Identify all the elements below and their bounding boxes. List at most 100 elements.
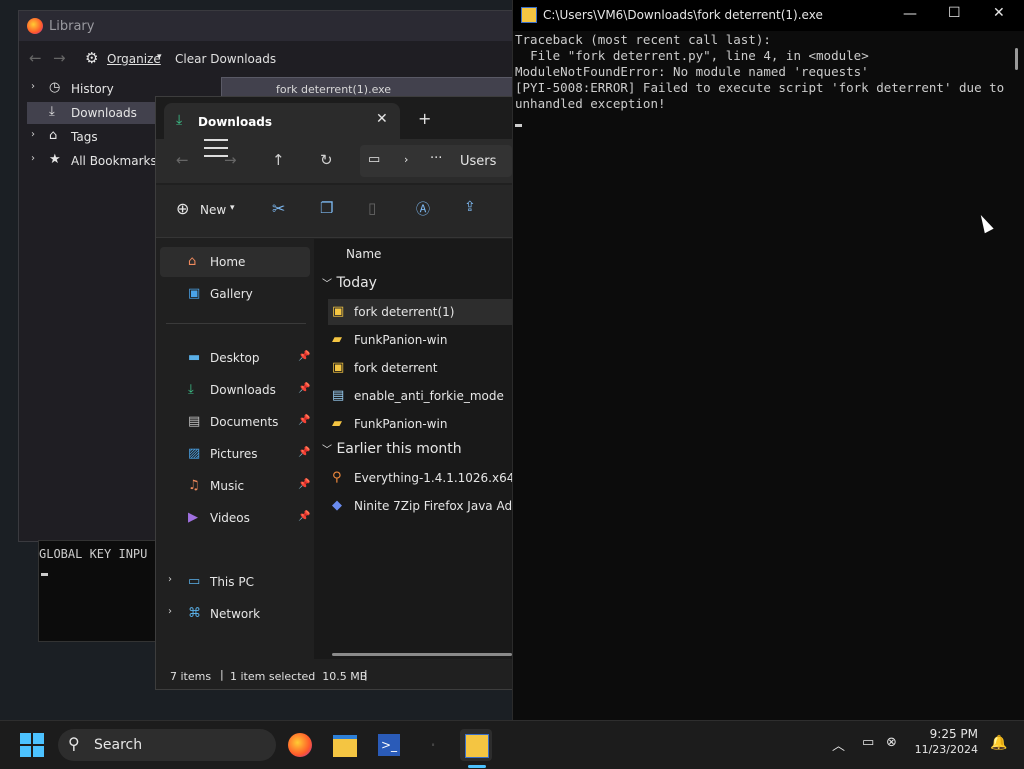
nav-item-home[interactable]: ⌂ Home [160, 247, 310, 277]
group-earlier-label: Earlier this month [336, 441, 462, 457]
list-item[interactable]: ⚲ Everything-1.4.1.1026.x64-Setu [328, 465, 512, 491]
share-icon[interactable]: ⇪ [464, 199, 476, 215]
search-box[interactable]: ⚲ Search [58, 729, 276, 761]
expand-icon[interactable]: › [168, 606, 172, 617]
expand-icon[interactable]: › [168, 574, 172, 585]
tree-item-tags[interactable]: › ⌂ Tags [27, 126, 163, 148]
star-icon: ★ [49, 152, 61, 167]
download-row-label: fork deterrent(1).exe [276, 83, 392, 96]
pin-icon[interactable]: 📌 [298, 511, 310, 522]
column-header-name[interactable]: Name [346, 247, 381, 261]
organize-button[interactable]: Organize [107, 52, 161, 66]
explorer-navbar: ← → ↑ ↻ ▭ › ··· Users [156, 139, 512, 183]
up-icon[interactable]: ↑ [272, 151, 285, 169]
list-item[interactable]: ▣ fork deterrent(1) [328, 299, 512, 325]
paste-icon[interactable]: ▯ [368, 199, 376, 217]
list-item[interactable]: ▰ FunkPanion-win [328, 411, 512, 437]
back-icon[interactable]: ← [176, 151, 189, 169]
nav-item-music[interactable]: ♫ Music 📌 [160, 471, 310, 501]
forward-icon[interactable]: → [224, 151, 237, 169]
music-icon: ♫ [188, 478, 200, 493]
tree-item-downloads[interactable]: ⤓ Downloads [27, 102, 163, 124]
copy-icon[interactable]: ❐ [320, 199, 333, 217]
pin-icon[interactable]: 📌 [298, 415, 310, 426]
nav-item-this-pc[interactable]: › ▭ This PC [160, 567, 310, 597]
new-label: New [200, 203, 227, 217]
notification-bell-icon[interactable]: 🔔 [990, 735, 1007, 751]
nav-item-desktop[interactable]: ▬ Desktop 📌 [160, 343, 310, 373]
start-button-icon[interactable] [20, 733, 44, 757]
clock-time: 9:25 PM [929, 727, 978, 741]
breadcrumb-users[interactable]: Users [460, 154, 496, 169]
tree-item-all-bookmarks[interactable]: › ★ All Bookmarks [27, 150, 163, 172]
nav-item-gallery[interactable]: ▣ Gallery [160, 279, 310, 309]
documents-icon: ▤ [188, 414, 201, 429]
refresh-icon[interactable]: ↻ [320, 151, 333, 169]
tree-item-history[interactable]: › ◷ History [27, 78, 163, 100]
rename-icon[interactable]: Ⓐ [416, 199, 430, 219]
new-tab-icon[interactable]: + [418, 109, 431, 128]
expand-icon[interactable]: › [31, 129, 35, 140]
horizontal-scrollbar[interactable] [332, 653, 512, 656]
file-explorer-window: ⤓ Downloads ✕ + ← → ↑ ↻ ▭ › ··· Users ⊕ … [155, 96, 513, 690]
explorer-command-bar: ⊕ New ▾ ✂ ❐ ▯ Ⓐ ⇪ [156, 185, 512, 238]
powershell-taskbar-icon[interactable]: >_ [373, 729, 405, 761]
status-divider: | [220, 668, 224, 681]
group-today[interactable]: ﹀ Today [322, 275, 377, 291]
new-button[interactable]: ⊕ New ▾ [174, 199, 240, 223]
group-today-label: Today [336, 275, 377, 291]
list-item[interactable]: ◆ Ninite 7Zip Firefox Java Adopt [328, 493, 512, 519]
organize-chevron-icon: ▾ [157, 52, 162, 62]
zip-folder-icon: ▰ [332, 332, 342, 347]
address-bar[interactable]: ▭ › ··· Users [360, 145, 512, 177]
clock[interactable]: 9:25 PM 11/23/2024 [904, 727, 978, 756]
console-titlebar[interactable]: C:\Users\VM6\Downloads\fork deterrent(1)… [513, 0, 1024, 31]
vertical-scrollbar[interactable] [1015, 48, 1018, 70]
expand-icon[interactable]: › [31, 153, 35, 164]
volume-muted-icon[interactable]: ⊗ [886, 735, 897, 750]
nav-item-downloads[interactable]: ⤓ Downloads 📌 [160, 375, 310, 405]
library-titlebar[interactable]: Library [19, 11, 519, 41]
chevron-down-icon: ﹀ [322, 445, 332, 456]
pin-icon[interactable]: 📌 [298, 479, 310, 490]
firefox-taskbar-icon[interactable] [284, 729, 316, 761]
minimize-icon[interactable]: — [903, 6, 917, 22]
group-earlier-this-month[interactable]: ﹀ Earlier this month [322, 441, 462, 457]
cut-icon[interactable]: ✂ [272, 199, 285, 218]
pin-icon[interactable]: 📌 [298, 351, 310, 362]
videos-icon: ▶ [188, 510, 198, 525]
file-explorer-taskbar-icon[interactable] [329, 729, 361, 761]
expand-icon[interactable]: › [31, 81, 35, 92]
list-item[interactable]: ▰ FunkPanion-win [328, 327, 512, 353]
forward-icon[interactable]: → [53, 49, 66, 67]
library-toolbar: ← → ⚙ Organize ▾ Clear Downloads [19, 43, 519, 75]
fork-deterrent-taskbar-icon[interactable] [460, 729, 492, 761]
nav-item-pictures[interactable]: ▨ Pictures 📌 [160, 439, 310, 469]
list-item[interactable]: ▤ enable_anti_forkie_mode [328, 383, 512, 409]
nav-item-network[interactable]: › ⌘ Network [160, 599, 310, 629]
network-status-icon[interactable]: ▭ [862, 735, 874, 750]
clock-icon: ◷ [49, 80, 61, 95]
clear-downloads-button[interactable]: Clear Downloads [175, 52, 276, 66]
nav-item-videos[interactable]: ▶ Videos 📌 [160, 503, 310, 533]
tab-downloads[interactable]: ⤓ Downloads ✕ [164, 103, 400, 139]
console-text: GLOBAL KEY INPU [39, 547, 148, 561]
pin-icon[interactable]: 📌 [298, 447, 310, 458]
plus-circle-icon: ⊕ [176, 199, 190, 218]
close-icon[interactable]: ✕ [993, 5, 1005, 21]
status-item-count: 7 items [170, 670, 212, 683]
divider [166, 323, 306, 324]
navigation-pane: ⌂ Home ▣ Gallery ▬ Desktop 📌 ⤓ Downloads… [156, 239, 314, 659]
library-title: Library [49, 19, 95, 34]
blank-app-taskbar-icon[interactable]: · [417, 729, 449, 761]
maximize-icon[interactable]: ☐ [948, 5, 961, 21]
back-icon[interactable]: ← [29, 49, 42, 67]
more-icon[interactable]: ··· [430, 151, 442, 166]
chevron-up-icon[interactable]: ︿ [832, 735, 845, 754]
pin-icon[interactable]: 📌 [298, 383, 310, 394]
close-tab-icon[interactable]: ✕ [376, 111, 388, 127]
chevron-down-icon: ﹀ [322, 279, 332, 290]
explorer-tabbar: ⤓ Downloads ✕ + [156, 97, 512, 139]
list-item[interactable]: ▣ fork deterrent [328, 355, 512, 381]
nav-item-documents[interactable]: ▤ Documents 📌 [160, 407, 310, 437]
